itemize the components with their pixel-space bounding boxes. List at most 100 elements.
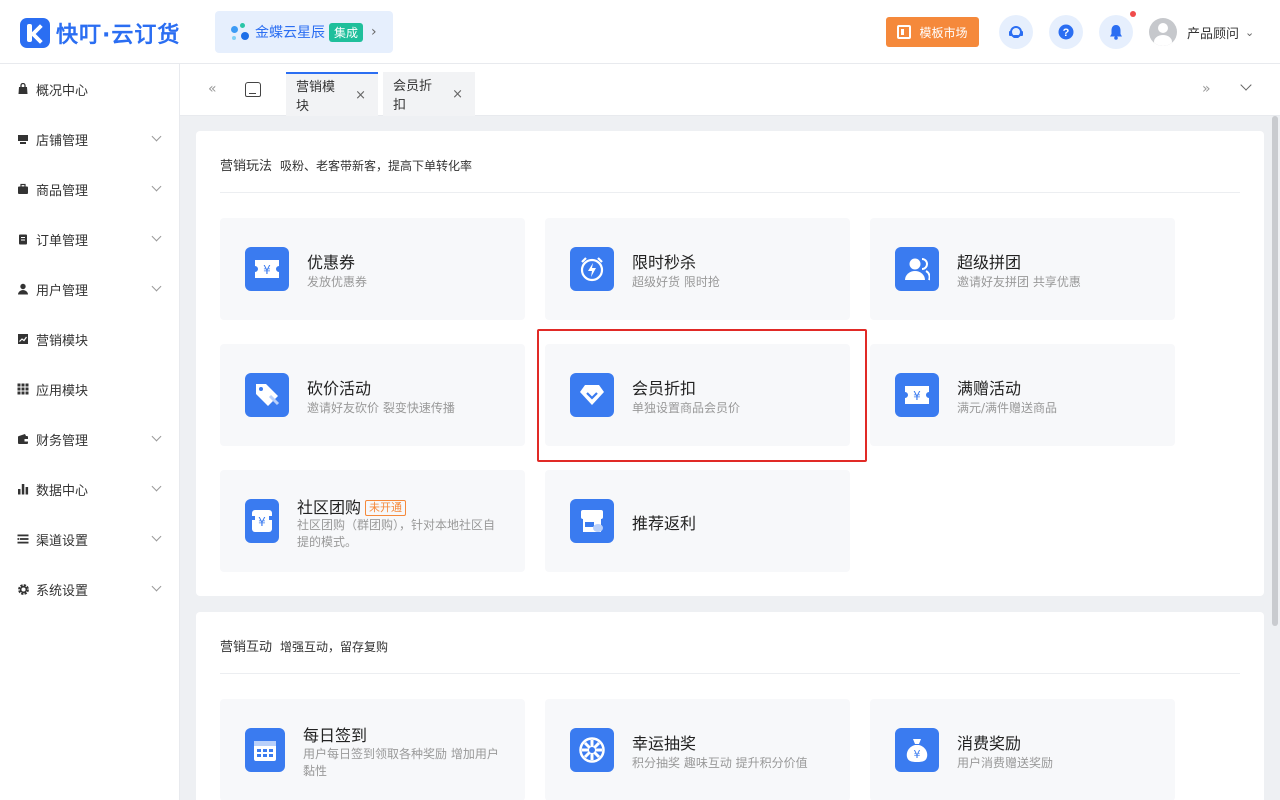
customer-service-button[interactable] bbox=[999, 15, 1033, 49]
sidebar-item-label: 用户管理 bbox=[36, 283, 89, 299]
integration-badge: 集成 bbox=[329, 22, 364, 42]
user-icon bbox=[17, 283, 29, 295]
chevron-down-icon bbox=[151, 281, 162, 292]
card-daily-checkin[interactable]: 每日签到 用户每日签到领取各种奖励 增加用户黏性 bbox=[220, 699, 525, 800]
card-group-buy[interactable]: 超级拼团 邀请好友拼团 共享优惠 bbox=[870, 218, 1175, 320]
coupon-icon: ¥ bbox=[245, 247, 289, 291]
template-icon bbox=[897, 25, 912, 39]
logo-text: 快叮·云订货 bbox=[56, 23, 181, 48]
app-logo[interactable]: 快叮·云订货 bbox=[20, 17, 180, 49]
chevron-right-icon: › bbox=[371, 24, 377, 40]
card-desc: 超级好货 限时抢 bbox=[632, 275, 720, 289]
svg-text:¥: ¥ bbox=[913, 389, 921, 403]
sidebar-item-label: 店铺管理 bbox=[36, 133, 89, 149]
card-lucky-draw[interactable]: 幸运抽奖 积分抽奖 趣味互动 提升积分价值 bbox=[545, 699, 850, 800]
card-consumption-reward[interactable]: ¥ 消费奖励 用户消费赠送奖励 bbox=[870, 699, 1175, 800]
top-header: 快叮·云订货 金蝶云星辰 集成 › 模板市场 ? 产品顾问 ⌄ bbox=[0, 0, 1280, 64]
help-button[interactable]: ? bbox=[1049, 15, 1083, 49]
sidebar-item-apps[interactable]: 应用模块 bbox=[0, 364, 180, 414]
tab-member-discount[interactable]: 会员折扣 × bbox=[383, 72, 475, 116]
sidebar-item-products[interactable]: 商品管理 bbox=[0, 164, 180, 214]
clipboard-icon bbox=[17, 233, 29, 245]
kingdee-logo-icon bbox=[229, 21, 251, 43]
home-icon[interactable] bbox=[245, 82, 261, 97]
apps-icon bbox=[17, 383, 29, 395]
chevron-down-icon bbox=[151, 131, 162, 142]
card-desc: 用户消费赠送奖励 bbox=[957, 756, 1054, 770]
chevron-down-icon: ⌄ bbox=[1245, 25, 1255, 39]
sidebar-item-label: 商品管理 bbox=[36, 183, 89, 199]
template-market-button[interactable]: 模板市场 bbox=[886, 17, 979, 47]
card-title: 每日签到 bbox=[303, 726, 368, 745]
sidebar-item-label: 数据中心 bbox=[36, 483, 89, 499]
chevron-down-icon bbox=[151, 481, 162, 492]
sidebar-item-orders[interactable]: 订单管理 bbox=[0, 214, 180, 264]
sidebar-item-store[interactable]: 店铺管理 bbox=[0, 114, 180, 164]
sidebar-item-channels[interactable]: 渠道设置 bbox=[0, 514, 180, 564]
sidebar: 概况中心 店铺管理 商品管理 订单管理 用户管理 营销模块 应用模块 财务管理 … bbox=[0, 64, 180, 800]
card-title: 限时秒杀 bbox=[632, 253, 697, 272]
section-header: 营销玩法 吸粉、老客带新客，提高下单转化率 bbox=[220, 155, 472, 174]
chevron-down-icon bbox=[151, 431, 162, 442]
briefcase-icon bbox=[17, 183, 29, 195]
card-community-group-buy[interactable]: ¥ 社区团购 未开通 社区团购（群团购），针对本地社区自提的模式。 bbox=[220, 470, 525, 572]
svg-text:¥: ¥ bbox=[258, 515, 266, 529]
alarm-icon bbox=[570, 247, 614, 291]
sidebar-item-label: 概况中心 bbox=[36, 83, 89, 99]
card-coupon[interactable]: ¥ 优惠券 发放优惠券 bbox=[220, 218, 525, 320]
vertical-scrollbar[interactable] bbox=[1272, 116, 1278, 626]
sidebar-item-users[interactable]: 用户管理 bbox=[0, 264, 180, 314]
card-title: 消费奖励 bbox=[957, 734, 1022, 753]
bell-icon bbox=[1110, 25, 1122, 40]
divider bbox=[220, 192, 1240, 193]
chevron-down-icon bbox=[151, 531, 162, 542]
section-subtitle: 增强互动，留存复购 bbox=[280, 640, 389, 654]
divider bbox=[220, 673, 1240, 674]
card-title: 社区团购 bbox=[297, 498, 362, 517]
card-bargain[interactable]: 砍价活动 邀请好友砍价 裂变快速传播 bbox=[220, 344, 525, 446]
notification-button[interactable] bbox=[1099, 15, 1133, 49]
sidebar-item-finance[interactable]: 财务管理 bbox=[0, 414, 180, 464]
gift-coupon-icon: ¥ bbox=[895, 373, 939, 417]
wheel-icon bbox=[570, 728, 614, 772]
card-referral-rebate[interactable]: 推荐返利 bbox=[545, 470, 850, 572]
template-market-label: 模板市场 bbox=[919, 25, 968, 40]
tab-marketing[interactable]: 营销模块 × bbox=[286, 72, 378, 116]
sidebar-item-marketing[interactable]: 营销模块 bbox=[0, 314, 180, 364]
card-desc: 用户每日签到领取各种奖励 增加用户黏性 bbox=[303, 747, 499, 778]
card-gift[interactable]: ¥ 满赠活动 满元/满件赠送商品 bbox=[870, 344, 1175, 446]
scroll-right-icon[interactable]: » bbox=[1202, 81, 1211, 97]
card-title: 幸运抽奖 bbox=[632, 734, 697, 753]
tab-bar: « 营销模块 × 会员折扣 × » bbox=[180, 64, 1280, 116]
sidebar-item-overview[interactable]: 概况中心 bbox=[0, 64, 180, 114]
scroll-left-icon[interactable]: « bbox=[208, 81, 217, 97]
section-title: 营销互动 bbox=[220, 640, 273, 655]
group-icon bbox=[895, 247, 939, 291]
chevron-down-icon[interactable] bbox=[1240, 79, 1252, 91]
sidebar-item-settings[interactable]: 系统设置 bbox=[0, 564, 180, 614]
gear-icon bbox=[17, 583, 29, 595]
store-icon bbox=[17, 133, 29, 145]
status-badge: 未开通 bbox=[365, 500, 407, 516]
card-desc: 积分抽奖 趣味互动 提升积分价值 bbox=[632, 756, 808, 770]
sidebar-item-label: 营销模块 bbox=[36, 333, 89, 349]
section-title: 营销玩法 bbox=[220, 159, 273, 174]
card-desc: 社区团购（群团购），针对本地社区自提的模式。 bbox=[297, 518, 496, 549]
sidebar-item-label: 应用模块 bbox=[36, 383, 89, 399]
avatar bbox=[1149, 18, 1177, 46]
card-desc: 满元/满件赠送商品 bbox=[957, 401, 1058, 415]
tab-label: 营销模块 bbox=[296, 80, 336, 114]
close-icon[interactable]: × bbox=[452, 87, 463, 102]
integration-switcher[interactable]: 金蝶云星辰 集成 › bbox=[215, 11, 393, 53]
card-desc: 邀请好友砍价 裂变快速传播 bbox=[307, 401, 455, 415]
section-header: 营销互动 增强互动，留存复购 bbox=[220, 636, 388, 655]
svg-text:¥: ¥ bbox=[263, 263, 271, 277]
card-title: 优惠券 bbox=[307, 253, 356, 272]
card-flash-sale[interactable]: 限时秒杀 超级好货 限时抢 bbox=[545, 218, 850, 320]
sidebar-item-data[interactable]: 数据中心 bbox=[0, 464, 180, 514]
user-menu[interactable]: 产品顾问 ⌄ bbox=[1149, 18, 1254, 46]
card-desc: 邀请好友拼团 共享优惠 bbox=[957, 275, 1081, 289]
bag-icon bbox=[17, 82, 29, 95]
close-icon[interactable]: × bbox=[355, 88, 366, 103]
section-subtitle: 吸粉、老客带新客，提高下单转化率 bbox=[280, 159, 473, 173]
